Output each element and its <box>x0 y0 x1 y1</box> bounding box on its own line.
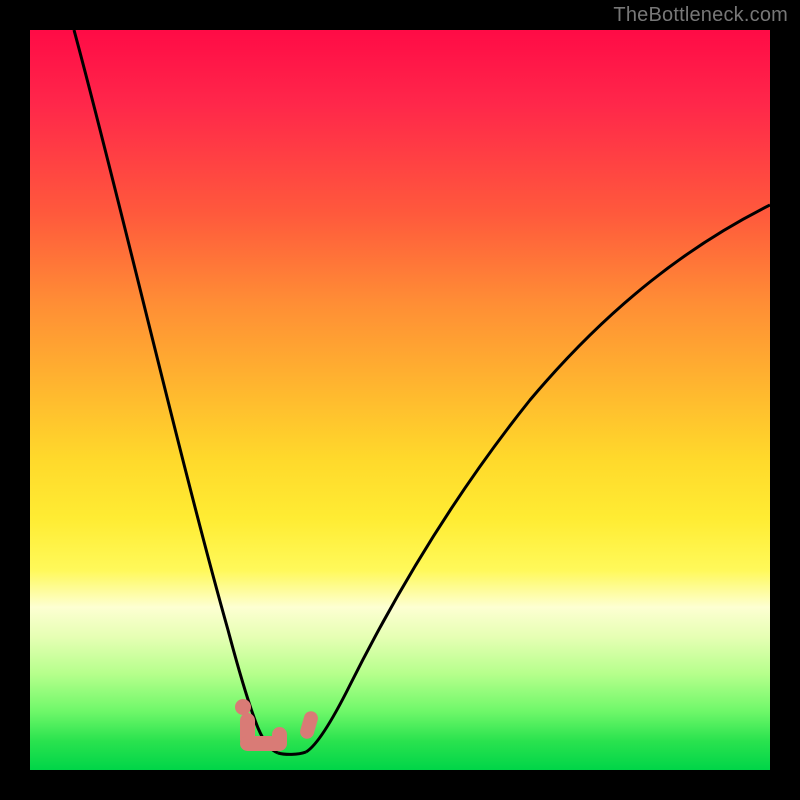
curve-valley <box>278 752 306 754</box>
marker-l-up <box>272 727 287 751</box>
curve-right-branch <box>306 205 770 752</box>
watermark-text: TheBottleneck.com <box>613 4 788 27</box>
curve-left-branch <box>74 30 278 753</box>
chart-frame: TheBottleneck.com <box>0 0 800 800</box>
chart-plot-area <box>30 30 770 770</box>
bottleneck-curve <box>30 30 770 770</box>
